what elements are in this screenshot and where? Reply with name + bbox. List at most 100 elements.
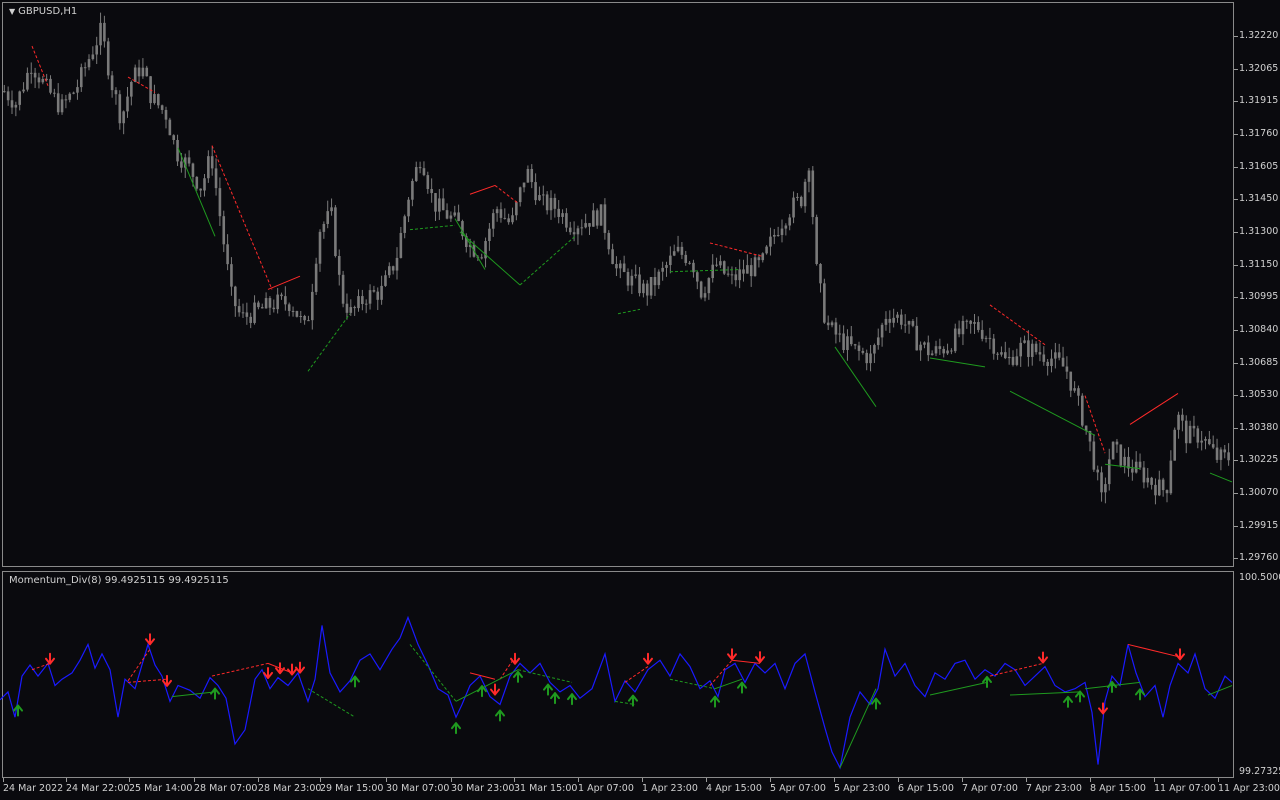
price-axis-label: 1.30070: [1239, 487, 1279, 499]
candle-body: [676, 246, 680, 252]
candle-body: [988, 337, 992, 339]
time-axis-label: 4 Apr 15:00: [706, 783, 762, 794]
time-axis-label: 31 Mar 15:00: [514, 783, 578, 794]
candle-body: [796, 196, 799, 198]
candle-body: [915, 325, 919, 351]
candle-body: [957, 328, 961, 335]
candle-body: [1054, 352, 1057, 359]
candle-body: [1154, 484, 1157, 496]
price-axis-tick: [1234, 329, 1238, 331]
candle-body: [172, 135, 175, 140]
candle-body: [168, 119, 172, 136]
red-down-arrow-icon: [490, 683, 500, 696]
time-axis-tick: [770, 778, 771, 782]
candle-body: [557, 208, 560, 217]
candle-body: [561, 213, 564, 217]
candle-body: [688, 262, 691, 264]
candle-body: [361, 296, 364, 304]
candle-body: [1065, 366, 1069, 372]
candle-body: [923, 342, 926, 345]
candle-body: [934, 346, 938, 354]
candle-body: [203, 178, 206, 191]
candle-body: [896, 314, 899, 318]
candle-body: [160, 105, 164, 110]
candle-body: [457, 212, 460, 222]
candle-body: [1057, 352, 1061, 358]
candle-body: [977, 322, 980, 330]
candle-body: [538, 195, 541, 201]
bullish-indicator-divergence-line: [929, 681, 988, 696]
candle-body: [230, 264, 233, 287]
candle-body: [545, 194, 549, 211]
candle-body: [1223, 449, 1227, 453]
bullish-divergence-line: [929, 357, 986, 368]
price-axis-label: 1.30380: [1239, 421, 1279, 433]
bullish-indicator-divergence-line: [455, 669, 519, 702]
candle-body: [830, 322, 834, 326]
candle-body: [884, 318, 888, 325]
price-axis-label: 1.31760: [1239, 127, 1279, 139]
candle-body: [1169, 460, 1173, 494]
candle-body: [110, 75, 114, 91]
red-down-arrow-icon: [510, 652, 520, 665]
candle-body: [1134, 461, 1138, 473]
time-axis-tick: [1090, 778, 1091, 782]
candle-body: [719, 261, 722, 266]
green-up-arrow-icon: [737, 681, 747, 694]
time-axis-tick: [962, 778, 963, 782]
momentum-line: [0, 615, 1233, 770]
candle-body: [649, 277, 653, 296]
candle-body: [1165, 490, 1169, 494]
green-up-arrow-icon: [477, 685, 487, 698]
candle-body: [861, 350, 865, 353]
candle-body: [411, 180, 414, 200]
bullish-divergence-line: [307, 313, 351, 372]
candle-body: [769, 236, 772, 247]
candle-body: [1004, 352, 1007, 359]
bullish-indicator-divergence-line: [409, 644, 457, 702]
candle-body: [807, 170, 811, 182]
time-axis-tick: [514, 778, 515, 782]
time-axis-tick: [3, 778, 4, 782]
candle-body: [41, 78, 45, 83]
candle-body: [1030, 343, 1034, 357]
candle-body: [414, 167, 418, 181]
candle-body: [368, 290, 372, 304]
candle-body: [942, 348, 945, 354]
candle-body: [187, 157, 191, 164]
candle-body: [746, 265, 749, 274]
candle-body: [357, 296, 360, 309]
candle-body: [553, 197, 557, 209]
candle-body: [1161, 479, 1165, 491]
candle-body: [441, 198, 445, 211]
candle-body: [14, 104, 18, 108]
candle-body: [965, 320, 969, 322]
candle-body: [314, 263, 318, 292]
candle-body: [880, 324, 884, 338]
candle-body: [669, 255, 672, 266]
candle-body: [1104, 484, 1107, 493]
candle-body: [927, 342, 930, 356]
candle-body: [95, 45, 98, 55]
candle-body: [341, 274, 345, 304]
bullish-divergence-line: [409, 224, 456, 231]
candle-body: [642, 283, 645, 294]
candle-body: [253, 302, 256, 323]
candle-body: [969, 320, 972, 324]
candle-body: [1146, 477, 1150, 483]
price-axis-label: 1.31605: [1239, 160, 1279, 172]
price-axis-tick: [1234, 166, 1238, 168]
time-axis-tick: [834, 778, 835, 782]
candle-body: [218, 188, 222, 217]
candle-body: [326, 211, 329, 224]
price-axis-label: 1.30995: [1239, 291, 1279, 303]
candle-body: [157, 94, 160, 106]
price-axis-tick: [1234, 199, 1238, 201]
candle-body: [696, 272, 699, 282]
candle-body: [280, 294, 283, 297]
bearish-indicator-divergence-line: [211, 662, 269, 677]
time-axis-label: 11 Apr 23:00: [1218, 783, 1280, 794]
candle-body: [865, 352, 868, 364]
candle-body: [549, 197, 553, 211]
time-axis-tick: [1026, 778, 1027, 782]
